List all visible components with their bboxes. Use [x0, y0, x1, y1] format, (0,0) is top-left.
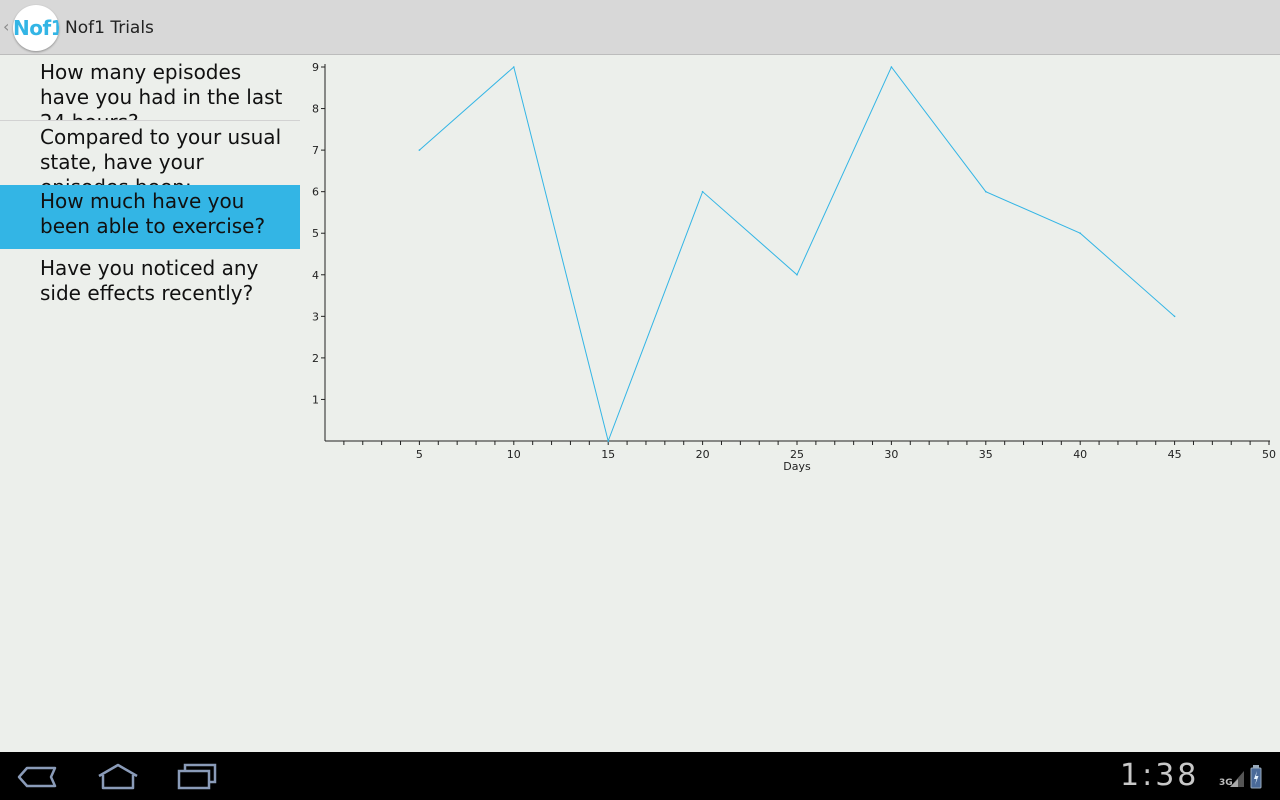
back-button[interactable]: [15, 762, 65, 792]
app-logo-text: Nof1: [13, 16, 59, 40]
series-line: [419, 66, 1175, 443]
y-tick-label: 2: [312, 352, 319, 365]
status-clock[interactable]: 1:38: [1120, 758, 1199, 793]
x-tick-label: 5: [416, 448, 423, 461]
x-tick-label: 50: [1262, 448, 1276, 461]
recent-apps-icon: [177, 763, 217, 790]
x-tick-label: 30: [884, 448, 898, 461]
question-label: How much have you been able to exercise?: [40, 189, 266, 238]
data-point: [796, 273, 798, 276]
data-point: [607, 440, 609, 442]
recent-apps-button[interactable]: [175, 762, 225, 792]
data-point: [1173, 315, 1176, 318]
x-tick-label: 45: [1168, 448, 1182, 461]
home-icon: [98, 763, 138, 790]
y-tick-label: 5: [312, 227, 319, 240]
y-tick-label: 7: [312, 144, 319, 157]
y-tick-label: 1: [312, 393, 319, 406]
data-point: [1079, 232, 1081, 235]
data-point: [985, 190, 987, 193]
action-bar: ‹ Nof1 Nof1 Trials: [0, 0, 1280, 55]
data-point: [418, 149, 421, 151]
data-point: [513, 66, 515, 68]
data-point: [701, 190, 704, 193]
system-navigation-bar: 1:38 3G: [0, 752, 1280, 800]
x-tick-label: 20: [696, 448, 710, 461]
question-list: How many episodes have you had in the la…: [0, 56, 300, 313]
y-tick-label: 3: [312, 310, 319, 323]
x-tick-label: 15: [601, 448, 615, 461]
signal-icon: [1230, 771, 1244, 787]
question-label: How many episodes have you had in the la…: [40, 60, 283, 120]
app-title: Nof1 Trials: [65, 18, 154, 38]
question-label: Compared to your usual state, have your …: [40, 125, 282, 185]
question-item-episodes-compared[interactable]: Compared to your usual state, have your …: [0, 121, 300, 185]
question-item-episodes-count[interactable]: How many episodes have you had in the la…: [0, 56, 300, 121]
line-chart: 5 10 15 20 25 30 35 40 45 50123456789Days: [312, 61, 1276, 473]
x-axis-label: Days: [783, 460, 811, 473]
app-logo[interactable]: Nof1: [13, 5, 59, 51]
y-tick-label: 8: [312, 103, 319, 116]
question-label: Have you noticed any side effects recent…: [40, 256, 259, 305]
back-icon: [17, 766, 57, 788]
question-item-side-effects[interactable]: Have you noticed any side effects recent…: [0, 249, 300, 313]
battery-icon: [1250, 765, 1262, 789]
up-caret-icon[interactable]: ‹: [3, 17, 9, 37]
x-tick-label: 40: [1073, 448, 1087, 461]
y-tick-label: 9: [312, 61, 319, 74]
data-point: [890, 66, 893, 68]
y-tick-label: 6: [312, 186, 319, 199]
x-tick-label: 35: [979, 448, 993, 461]
y-tick-label: 4: [312, 269, 319, 282]
x-tick-label: 10: [507, 448, 521, 461]
question-item-exercise[interactable]: How much have you been able to exercise?: [0, 185, 300, 249]
home-button[interactable]: [95, 762, 145, 792]
